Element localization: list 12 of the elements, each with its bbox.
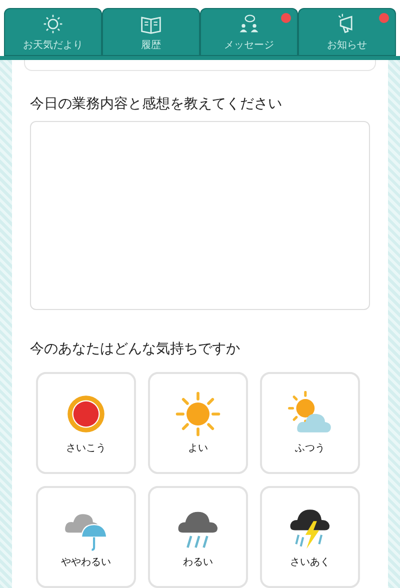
mood-option[interactable]: わるい [148, 486, 248, 588]
mood-option[interactable]: ふつう [260, 372, 360, 474]
people-chat-icon [238, 12, 260, 34]
question-text: 今日の業務内容と感想を教えてください [30, 94, 283, 113]
mood-option[interactable]: さいあく [260, 486, 360, 588]
report-field[interactable] [30, 120, 370, 310]
sun-icon [42, 12, 64, 34]
mood-option[interactable]: ややわるい [36, 486, 136, 588]
mood-option[interactable]: よい [148, 372, 248, 474]
mood-option[interactable]: さいこう [36, 372, 136, 474]
question-text: 今のあなたはどんな気持ちですか [30, 340, 241, 358]
sun-icon [175, 391, 221, 437]
